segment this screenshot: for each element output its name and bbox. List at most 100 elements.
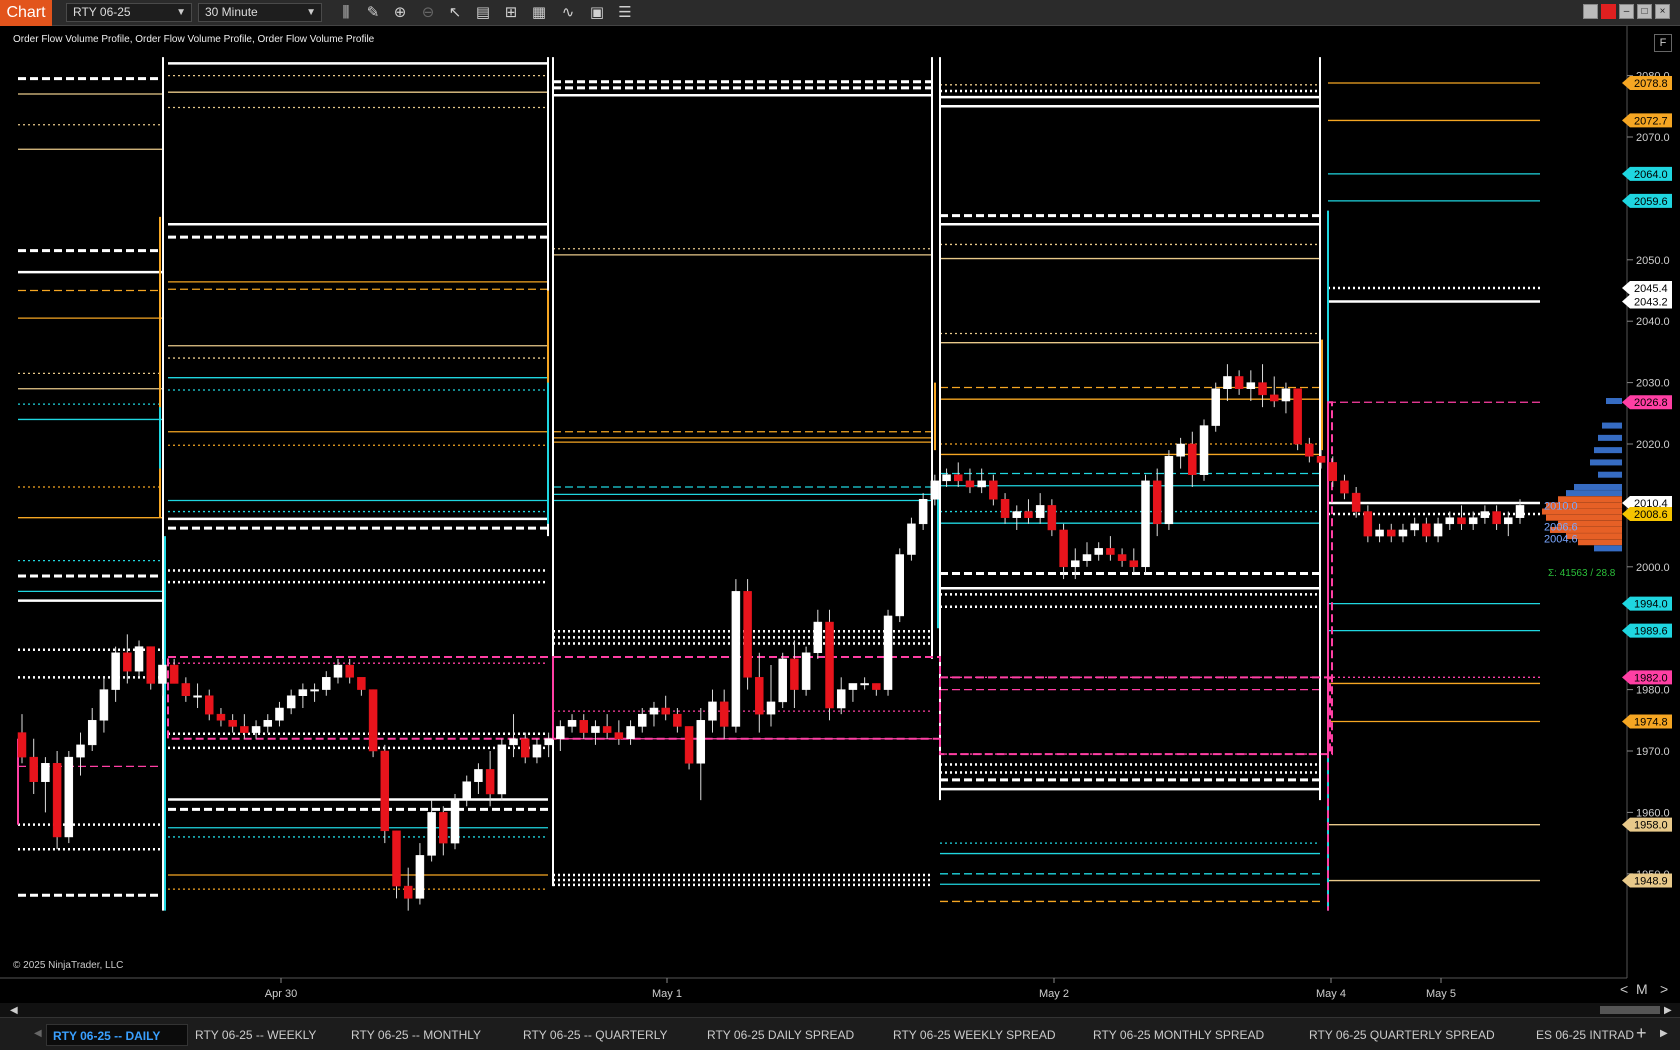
candle-body — [930, 480, 940, 500]
tab-scroll-left-icon[interactable]: ◀ — [34, 1028, 42, 1039]
candle-body — [520, 738, 530, 758]
candle-body — [228, 720, 237, 727]
candle-body — [1457, 517, 1466, 525]
instrument-selector[interactable]: RTY 06-25 ▼ — [66, 3, 192, 22]
scrollbar-thumb[interactable] — [1600, 1006, 1660, 1014]
tab-rty-daily[interactable]: RTY 06-25 -- DAILY — [46, 1024, 188, 1046]
candle-body — [860, 683, 869, 686]
profile-bar — [1594, 447, 1622, 454]
restore-icon[interactable] — [1583, 4, 1598, 19]
candle — [1024, 499, 1033, 524]
price-marker-label: 1994.0 — [1634, 599, 1668, 611]
candle — [485, 751, 495, 807]
candle — [474, 763, 483, 794]
candle-body — [380, 750, 390, 832]
candle-body — [1094, 548, 1103, 555]
indicator-icon[interactable]: ∿ — [557, 3, 579, 23]
zoom-in-icon[interactable]: ⊕ — [389, 3, 411, 23]
interval-selector[interactable]: 30 Minute ▼ — [198, 3, 322, 22]
candle-body — [1351, 492, 1361, 512]
candle-body — [579, 720, 588, 733]
candle-body — [1199, 425, 1209, 475]
candle-body — [1480, 511, 1490, 518]
price-axis[interactable]: 2080.02070.02060.02050.02040.02030.02020… — [1622, 26, 1672, 978]
pointer-icon[interactable]: ↖ — [444, 3, 466, 23]
candle — [1387, 523, 1396, 543]
candle-body — [1422, 523, 1431, 537]
tab-scroll-right-icon[interactable]: ▶ — [1660, 1028, 1668, 1039]
scroll-left-icon[interactable]: ◀ — [10, 1005, 18, 1016]
candle-body — [1106, 548, 1115, 555]
candle-body — [1504, 517, 1513, 525]
price-tick-label: 2020.0 — [1636, 439, 1670, 451]
minimize-icon[interactable]: – — [1619, 4, 1634, 19]
candle — [708, 689, 717, 733]
candle — [1480, 505, 1490, 524]
candle-body — [181, 683, 191, 696]
tab-rty-quarterly-spread[interactable]: RTY 06-25 QUARTERLY SPREAD — [1309, 1024, 1495, 1046]
candle-body — [111, 652, 120, 690]
candle — [380, 744, 390, 844]
candle — [1176, 437, 1185, 469]
maximize-icon[interactable]: □ — [1637, 4, 1652, 19]
candle — [731, 579, 741, 733]
candle — [1269, 376, 1279, 408]
tab-rty-daily-spread[interactable]: RTY 06-25 DAILY SPREAD — [707, 1024, 854, 1046]
candle-body — [719, 701, 729, 727]
horizontal-scrollbar[interactable]: ◀ ▶ — [0, 1003, 1680, 1017]
time-axis[interactable]: Apr 30 May 1 May 2 May 4 May 5 — [0, 977, 1627, 1000]
close-icon[interactable]: × — [1655, 4, 1670, 19]
profile-bar — [1602, 422, 1622, 429]
close-red-icon[interactable] — [1601, 4, 1616, 19]
candles — [17, 364, 1525, 911]
properties-icon[interactable]: ▤ — [472, 3, 494, 23]
candle-body — [251, 726, 261, 733]
candle-body — [392, 830, 401, 887]
axis-scroll-right-button[interactable]: > — [1660, 981, 1668, 997]
zoom-out-icon[interactable]: ⊖ — [417, 3, 439, 23]
tab-rty-weekly[interactable]: RTY 06-25 -- WEEKLY — [195, 1024, 316, 1046]
strategy-icon[interactable]: ▦ — [528, 3, 550, 23]
template-icon[interactable]: ⊞ — [500, 3, 522, 23]
tab-rty-quarterly[interactable]: RTY 06-25 -- QUARTERLY — [523, 1024, 668, 1046]
candle — [1152, 468, 1162, 537]
add-tab-icon[interactable]: + — [1636, 1023, 1647, 1044]
candle — [1223, 364, 1232, 402]
price-chart[interactable]: 2010.02006.62004.6Σ: 41563 / 28.8 2080.0… — [0, 26, 1680, 1010]
candle — [1293, 388, 1302, 451]
candle-body — [286, 695, 296, 709]
bar-type-icon[interactable]: ⫼ — [335, 3, 357, 23]
candle-body — [1234, 376, 1244, 389]
tab-es-intraday[interactable]: ES 06-25 INTRADAY — [1536, 1024, 1634, 1046]
candle-body — [1000, 499, 1010, 518]
volume-profile-levels — [18, 62, 1540, 903]
candle — [977, 468, 986, 494]
scroll-right-icon[interactable]: ▶ — [1664, 1005, 1672, 1016]
profile-bar — [1578, 539, 1622, 546]
candle-body — [205, 695, 214, 715]
candle-body — [1035, 505, 1045, 518]
candle-body — [1281, 388, 1291, 402]
candle — [1164, 450, 1174, 530]
candle-body — [696, 720, 706, 764]
tab-rty-weekly-spread[interactable]: RTY 06-25 WEEKLY SPREAD — [893, 1024, 1056, 1046]
axis-m-button[interactable]: M — [1636, 981, 1648, 997]
list-icon[interactable]: ☰ — [614, 3, 636, 23]
chart-panel[interactable]: 2010.02006.62004.6Σ: 41563 / 28.8 2080.0… — [0, 26, 1680, 1010]
candle — [579, 714, 588, 739]
candle-body — [474, 769, 483, 782]
candle-body — [602, 726, 612, 733]
f-button[interactable]: F — [1654, 34, 1672, 52]
axis-scroll-left-button[interactable]: < — [1620, 981, 1628, 997]
candle-body — [310, 689, 319, 692]
candle — [989, 474, 998, 506]
tile-icon[interactable]: ▣ — [586, 3, 608, 23]
tab-rty-monthly-spread[interactable]: RTY 06-25 MONTHLY SPREAD — [1093, 1024, 1264, 1046]
candle — [439, 806, 448, 856]
candle — [76, 732, 85, 776]
profile-bar — [1566, 490, 1622, 497]
candle — [1445, 511, 1455, 530]
candle — [450, 793, 460, 850]
tab-rty-monthly[interactable]: RTY 06-25 -- MONTHLY — [351, 1024, 481, 1046]
draw-pencil-icon[interactable]: ✎ — [362, 3, 384, 23]
